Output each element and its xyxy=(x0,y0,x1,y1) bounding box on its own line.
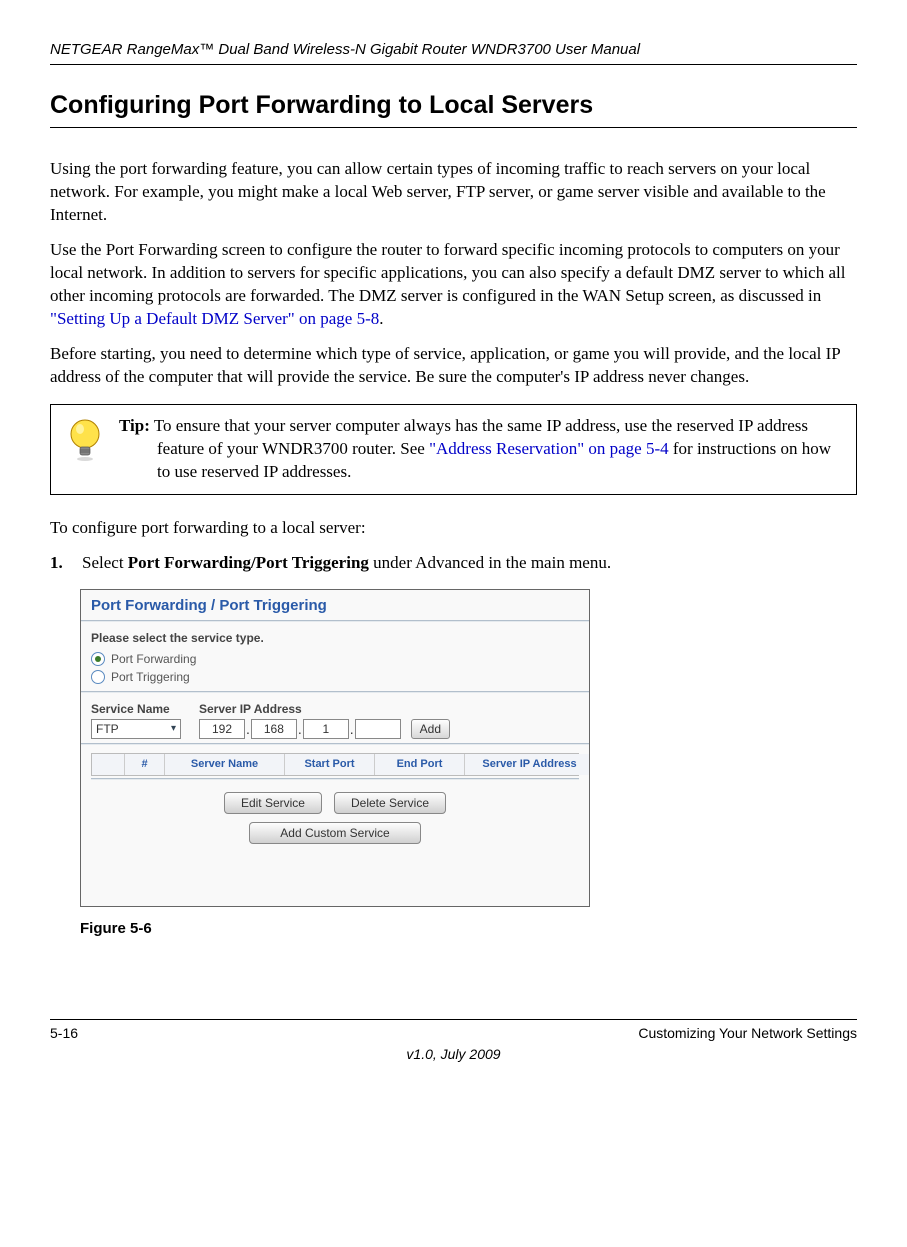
tip-text: Tip: To ensure that your server computer… xyxy=(119,415,848,484)
title-underline xyxy=(50,125,857,128)
step-1-text-b: under Advanced in the main menu. xyxy=(369,553,611,572)
server-ip-label: Server IP Address xyxy=(199,701,450,717)
service-type-label: Please select the service type. xyxy=(91,630,579,646)
link-dmz-server[interactable]: "Setting Up a Default DMZ Server" on pag… xyxy=(50,309,379,328)
add-button[interactable]: Add xyxy=(411,719,450,739)
para-2-text-a: Use the Port Forwarding screen to config… xyxy=(50,240,845,305)
para-1: Using the port forwarding feature, you c… xyxy=(50,158,857,227)
para-2: Use the Port Forwarding screen to config… xyxy=(50,239,857,331)
step-1: 1. Select Port Forwarding/Port Triggerin… xyxy=(50,552,857,575)
ui-divider xyxy=(81,743,589,745)
ip-octet-3[interactable]: 1 xyxy=(303,719,349,739)
radio-icon xyxy=(91,652,105,666)
footer-page-number: 5-16 xyxy=(50,1024,78,1043)
radio-port-triggering[interactable]: Port Triggering xyxy=(91,669,579,685)
radio-icon xyxy=(91,670,105,684)
ip-dot: . xyxy=(298,720,302,739)
service-name-select[interactable]: FTP ▾ xyxy=(91,719,181,739)
add-custom-service-button[interactable]: Add Custom Service xyxy=(249,822,420,844)
ip-octet-1[interactable]: 192 xyxy=(199,719,245,739)
section-title: Configuring Port Forwarding to Local Ser… xyxy=(50,89,857,123)
tip-callout: Tip: To ensure that your server computer… xyxy=(50,404,857,495)
col-server-ip: Server IP Address xyxy=(464,754,590,775)
radio-port-forwarding[interactable]: Port Forwarding xyxy=(91,651,579,667)
ip-octet-4[interactable] xyxy=(355,719,401,739)
step-1-bold: Port Forwarding/Port Triggering xyxy=(128,553,369,572)
col-end-port: End Port xyxy=(374,754,464,775)
ui-divider xyxy=(91,778,579,780)
step-1-number: 1. xyxy=(50,552,82,575)
steps-intro: To configure port forwarding to a local … xyxy=(50,517,857,540)
col-select xyxy=(92,754,124,775)
col-number: # xyxy=(124,754,164,775)
footer-version: v1.0, July 2009 xyxy=(50,1045,857,1064)
radio-port-triggering-label: Port Triggering xyxy=(111,669,190,685)
tip-label: Tip: xyxy=(119,416,150,435)
chevron-down-icon: ▾ xyxy=(171,722,176,736)
delete-service-button[interactable]: Delete Service xyxy=(334,792,446,814)
col-server-name: Server Name xyxy=(164,754,284,775)
link-address-reservation[interactable]: "Address Reservation" on page 5-4 xyxy=(429,439,669,458)
radio-port-forwarding-label: Port Forwarding xyxy=(111,651,196,667)
ip-octet-2[interactable]: 168 xyxy=(251,719,297,739)
footer-chapter: Customizing Your Network Settings xyxy=(638,1024,857,1043)
service-name-value: FTP xyxy=(96,721,119,737)
figure-caption: Figure 5-6 xyxy=(80,919,857,939)
col-start-port: Start Port xyxy=(284,754,374,775)
port-table-header: # Server Name Start Port End Port Server… xyxy=(91,753,579,776)
para-2-text-b: . xyxy=(379,309,383,328)
manual-header: NETGEAR RangeMax™ Dual Band Wireless-N G… xyxy=(50,40,857,65)
service-name-label: Service Name xyxy=(91,701,181,717)
page-footer: 5-16 Customizing Your Network Settings xyxy=(50,1019,857,1043)
edit-service-button[interactable]: Edit Service xyxy=(224,792,322,814)
step-1-text-a: Select xyxy=(82,553,128,572)
router-ui-screenshot: Port Forwarding / Port Triggering Please… xyxy=(80,589,590,907)
ui-panel-title: Port Forwarding / Port Triggering xyxy=(81,590,589,620)
ip-dot: . xyxy=(350,720,354,739)
para-3: Before starting, you need to determine w… xyxy=(50,343,857,389)
lightbulb-icon xyxy=(51,405,119,475)
ip-dot: . xyxy=(246,720,250,739)
